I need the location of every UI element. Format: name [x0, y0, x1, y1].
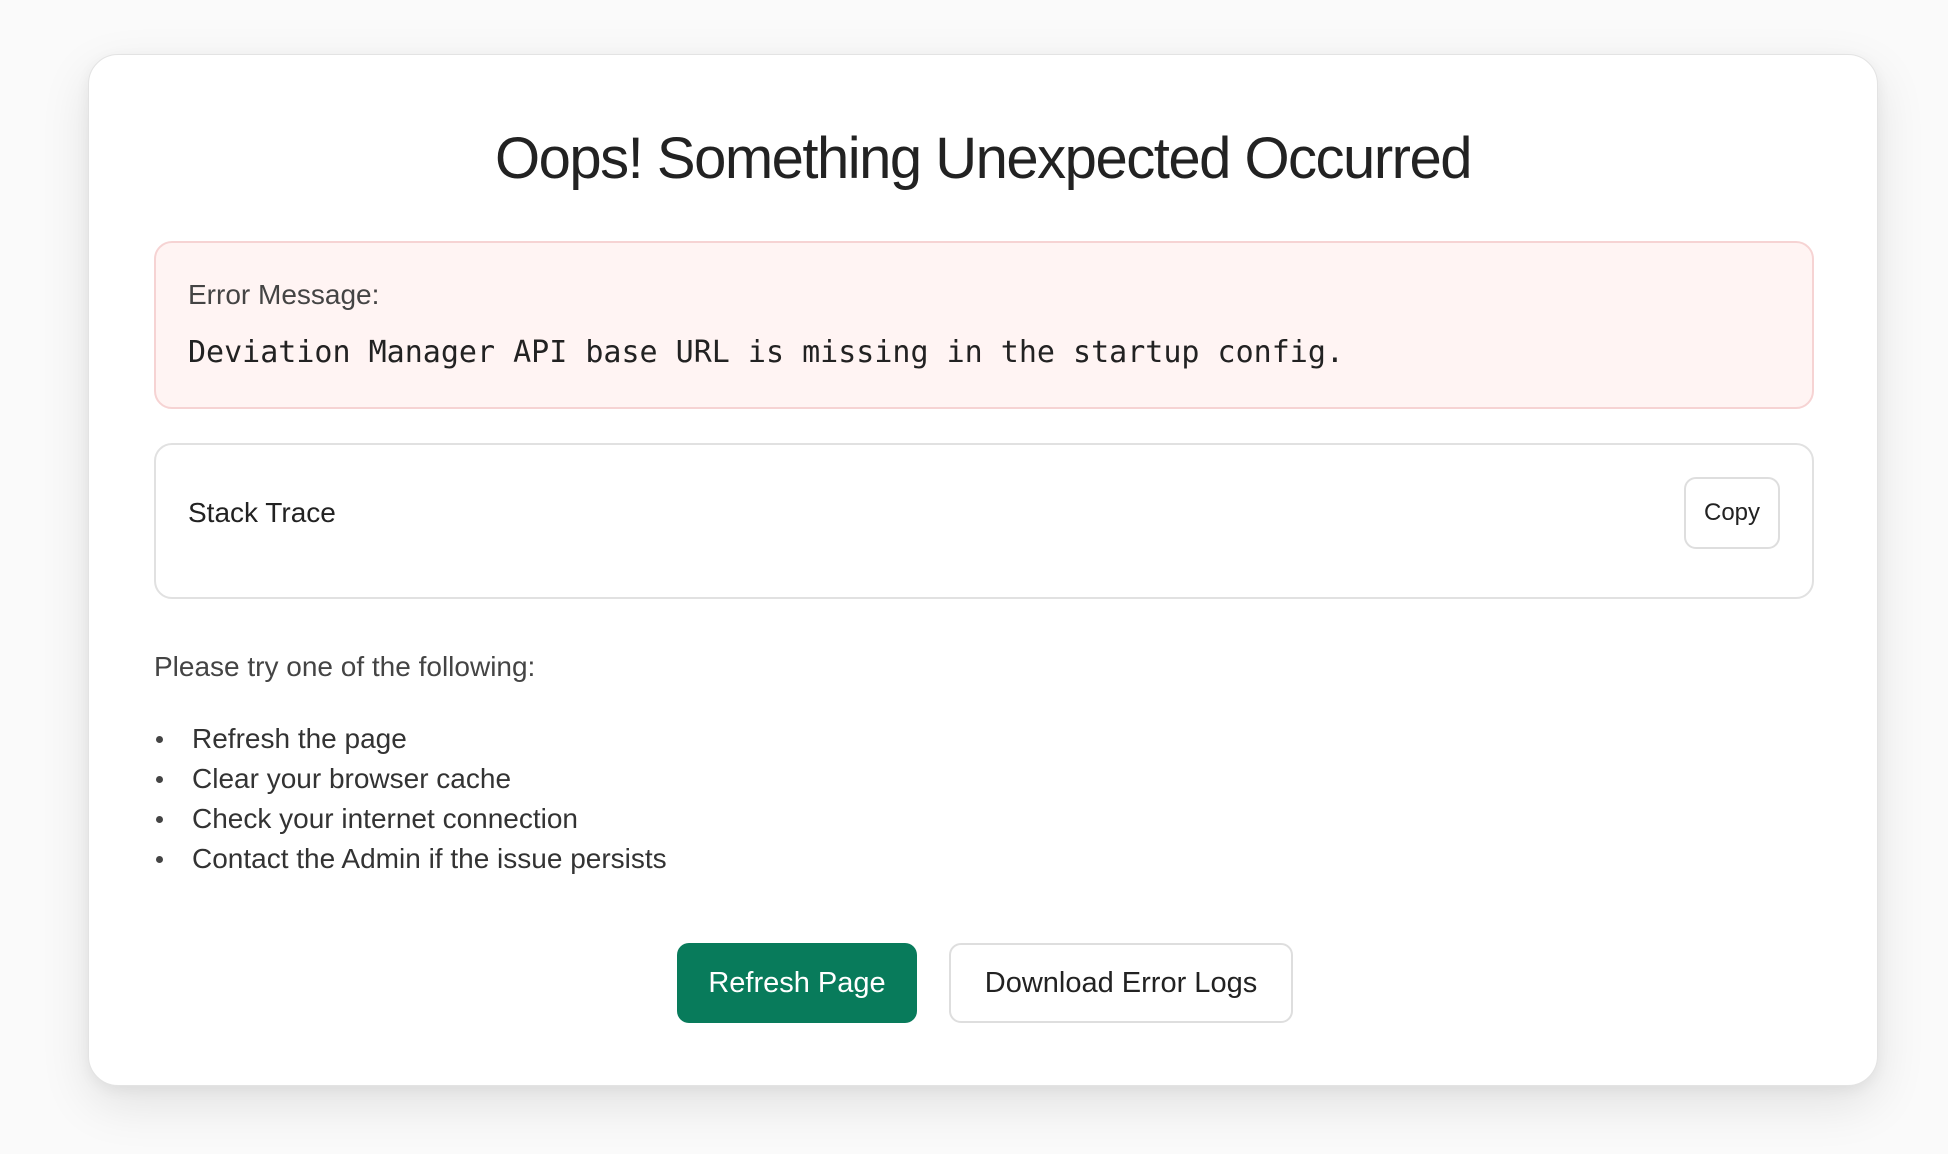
refresh-page-button[interactable]: Refresh Page — [677, 943, 917, 1023]
suggestion-text: Check your internet connection — [192, 803, 578, 834]
error-message-label: Error Message: — [188, 279, 380, 310]
error-message-text: Deviation Manager API base URL is missin… — [188, 335, 1344, 370]
suggestions-intro: Please try one of the following: — [154, 651, 536, 682]
suggestion-text: Clear your browser cache — [192, 763, 512, 794]
list-item: Check your internet connection — [154, 799, 667, 839]
page-title: Oops! Something Unexpected Occurred — [495, 126, 1472, 191]
error-message-panel: Error Message: Deviation Manager API bas… — [154, 241, 1814, 409]
list-item: Clear your browser cache — [154, 759, 667, 799]
download-error-logs-button[interactable]: Download Error Logs — [949, 943, 1293, 1023]
bullet-icon — [156, 776, 163, 783]
suggestions-list: Refresh the page Clear your browser cach… — [154, 719, 667, 879]
bullet-icon — [156, 856, 163, 863]
copy-button[interactable]: Copy — [1684, 477, 1780, 549]
list-item: Refresh the page — [154, 719, 667, 759]
suggestion-text: Contact the Admin if the issue persists — [192, 843, 667, 874]
stack-trace-panel[interactable]: Stack Trace Copy — [154, 443, 1814, 599]
suggestion-text: Refresh the page — [192, 723, 407, 754]
error-card: Oops! Something Unexpected Occurred Erro… — [88, 54, 1878, 1086]
stack-trace-title[interactable]: Stack Trace — [188, 497, 336, 529]
bullet-icon — [156, 816, 163, 823]
list-item: Contact the Admin if the issue persists — [154, 839, 667, 879]
bullet-icon — [156, 736, 163, 743]
